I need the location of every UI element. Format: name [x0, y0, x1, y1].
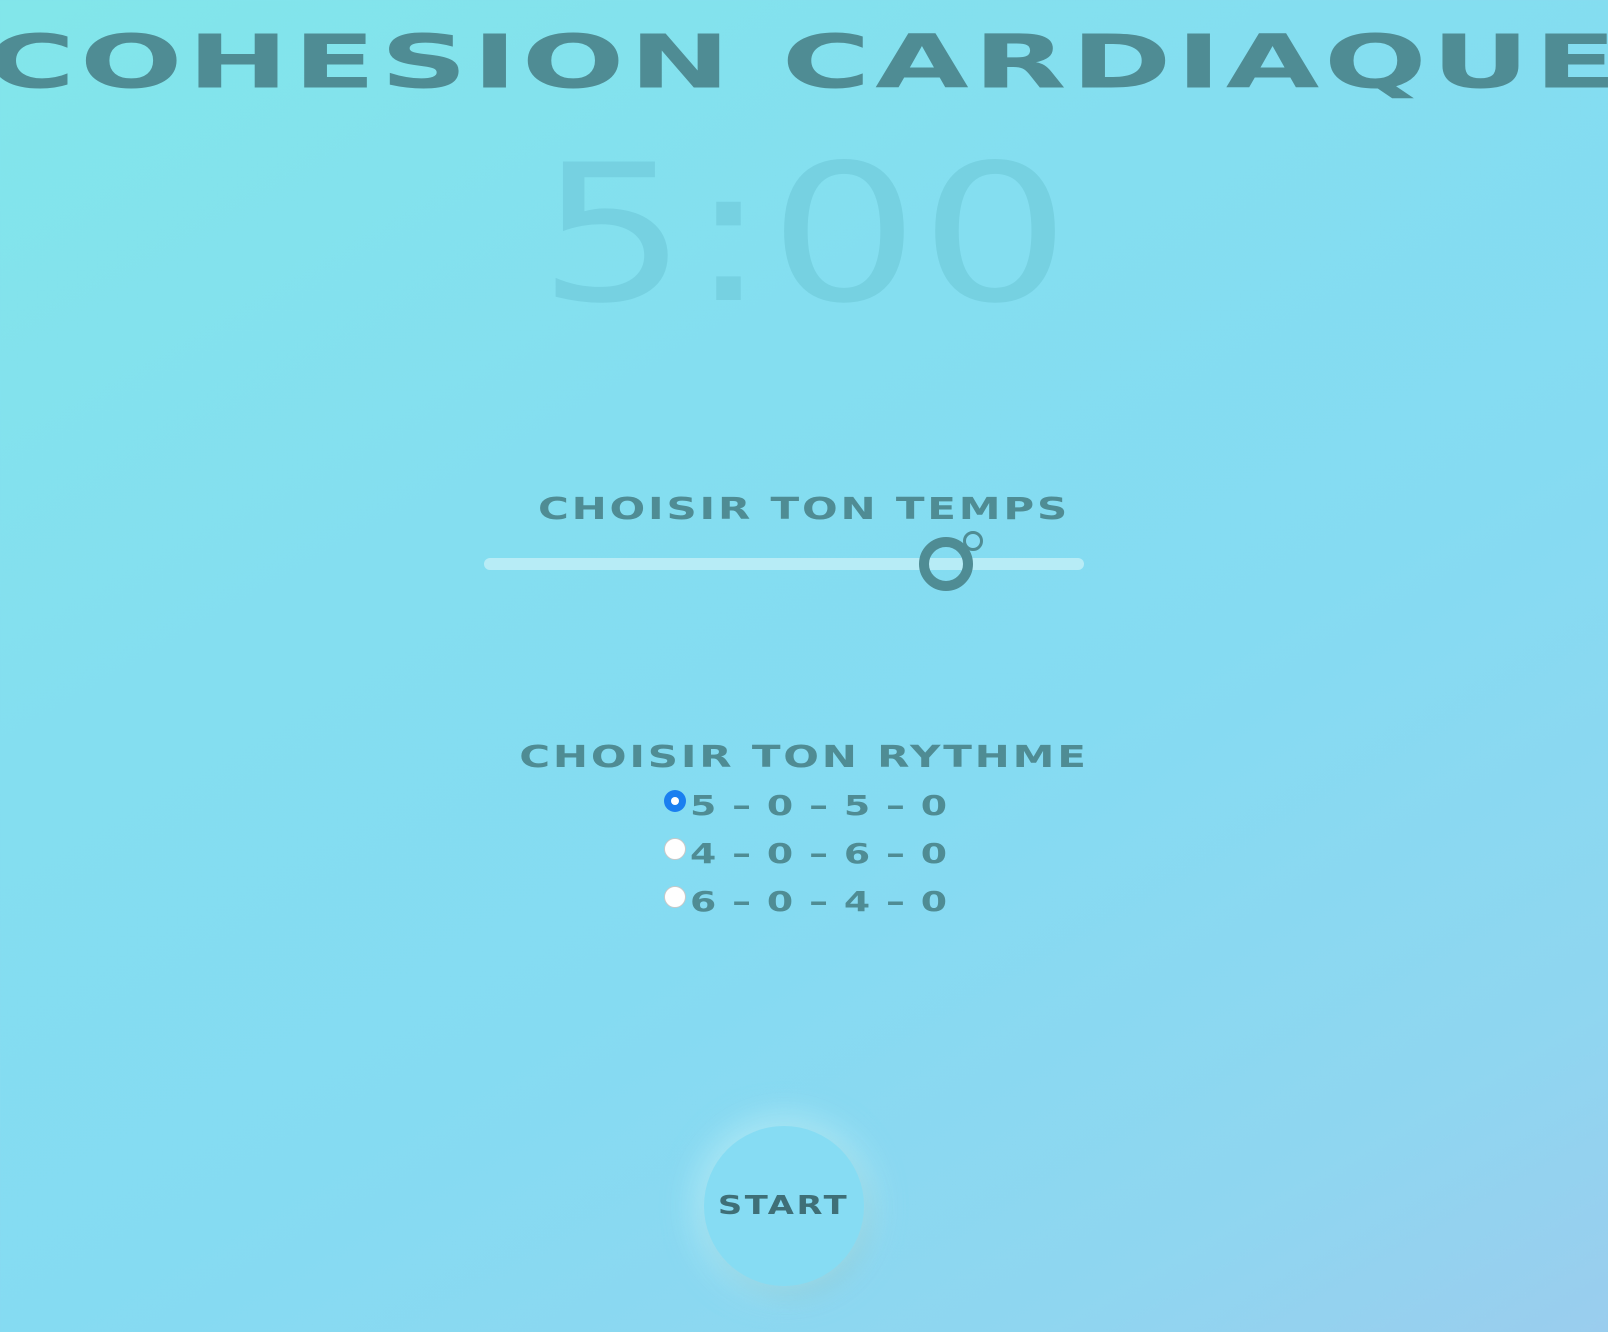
rhythm-section-title: Choisir ton rythme — [519, 740, 1089, 775]
app-title: Cohesion Cardiaque — [0, 20, 1608, 106]
rhythm-radio-5-0-5-0[interactable] — [664, 790, 686, 812]
start-button-wrapper: Start — [704, 1126, 864, 1286]
rhythm-radio-4-0-6-0[interactable] — [664, 838, 686, 860]
rhythm-option[interactable]: 6 – 0 – 4 – 0 — [664, 882, 984, 930]
start-button-label: Start — [718, 1191, 850, 1221]
rhythm-option[interactable]: 4 – 0 – 6 – 0 — [664, 834, 984, 882]
start-button[interactable]: Start — [704, 1126, 864, 1286]
rhythm-radio-6-0-4-0[interactable] — [664, 886, 686, 908]
slider-thumb-indicator — [963, 531, 983, 551]
rhythm-option[interactable]: 5 – 0 – 5 – 0 — [664, 786, 984, 834]
rhythm-options: 5 – 0 – 5 – 0 4 – 0 – 6 – 0 6 – 0 – 4 – … — [664, 786, 984, 930]
slider-track[interactable] — [484, 558, 1084, 570]
rhythm-option-label: 6 – 0 – 4 – 0 — [690, 885, 949, 918]
timer-display: 5:00 — [537, 124, 1071, 345]
duration-slider[interactable] — [484, 531, 1084, 591]
time-section-title: Choisir ton temps — [537, 492, 1071, 527]
rhythm-option-label: 5 – 0 – 5 – 0 — [690, 789, 949, 822]
slider-thumb[interactable] — [919, 531, 983, 591]
rhythm-option-label: 4 – 0 – 6 – 0 — [690, 837, 949, 870]
